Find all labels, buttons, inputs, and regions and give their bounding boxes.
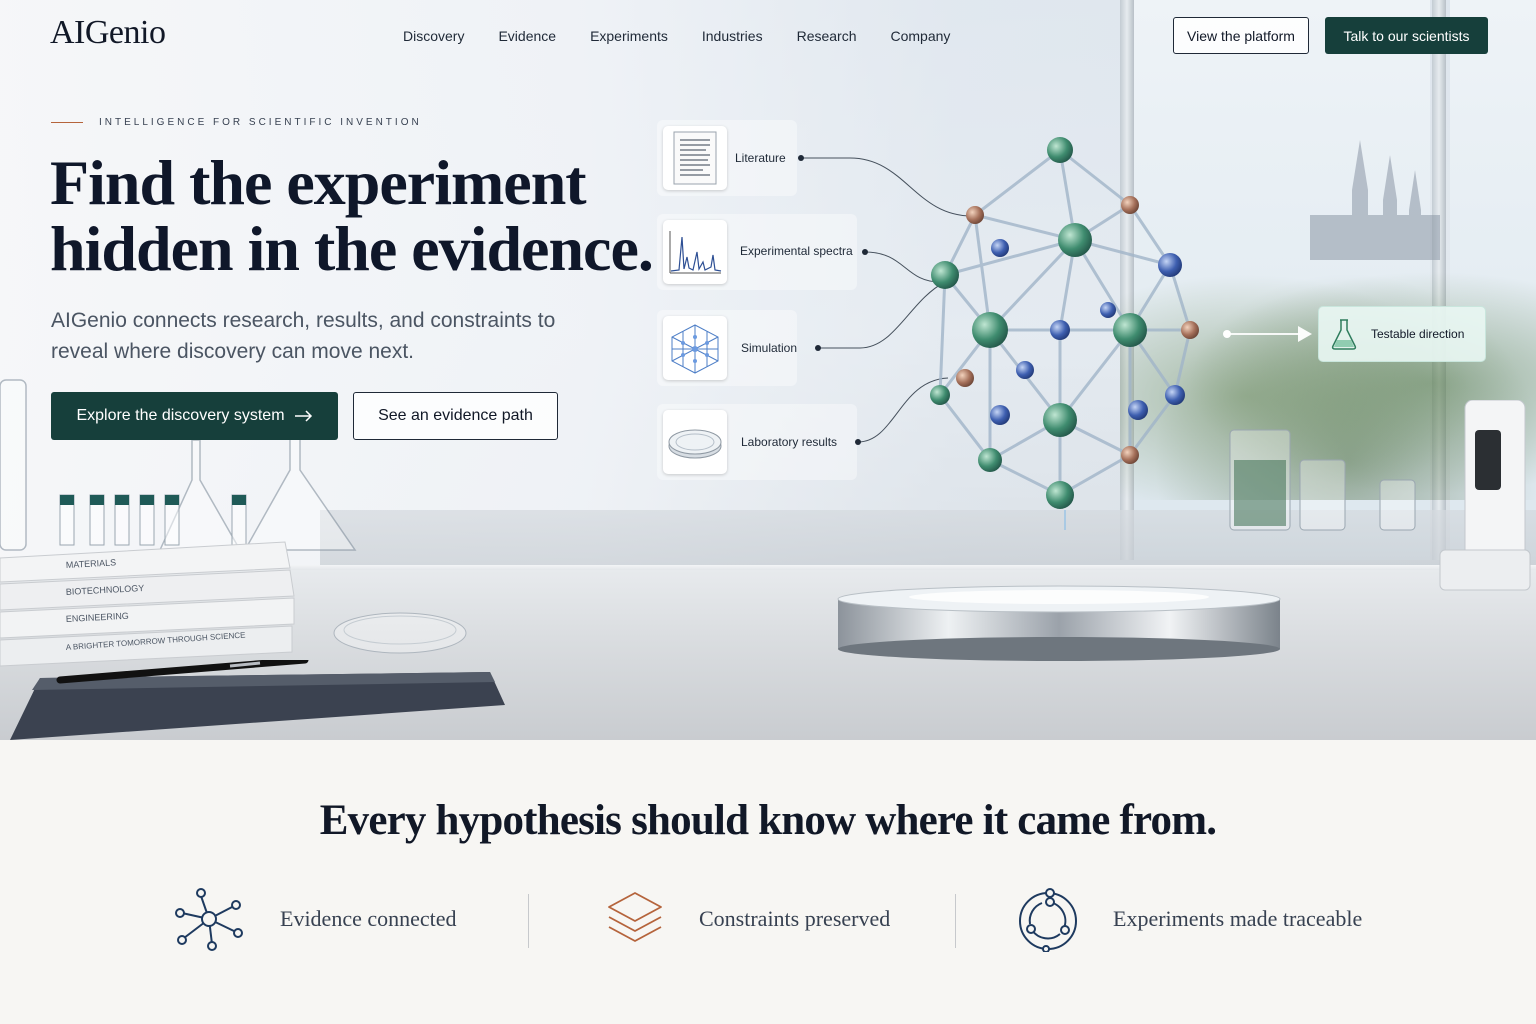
explore-discovery-label: Explore the discovery system	[76, 407, 285, 424]
eyebrow-rule	[51, 122, 83, 123]
testable-direction-card[interactable]: Testable direction	[1318, 306, 1486, 362]
feature-label: Experiments made traceable	[1113, 906, 1363, 931]
feature-evidence-connected: Evidence connected	[174, 886, 457, 952]
feature-experiments-traceable: Experiments made traceable	[1016, 886, 1362, 952]
display-platform	[837, 585, 1281, 661]
nav-link-experiments[interactable]: Experiments	[573, 26, 685, 46]
nav-link-discovery[interactable]: Discovery	[386, 26, 481, 46]
headline-line: hidden in the evidence.	[50, 213, 654, 284]
source-label: Experimental spectra	[740, 244, 853, 258]
section-title: Every hypothesis should know where it ca…	[319, 797, 1217, 844]
provenance-section	[0, 740, 1536, 1024]
connector-dot	[815, 345, 821, 351]
eyebrow-text: INTELLIGENCE FOR SCIENTIFIC INVENTION	[99, 117, 422, 128]
feature-label: Evidence connected	[280, 906, 457, 931]
arrow-right-icon	[294, 410, 312, 422]
nav-link-research[interactable]: Research	[780, 26, 874, 46]
explore-discovery-button[interactable]: Explore the discovery system	[51, 392, 338, 440]
feature-divider	[955, 894, 956, 948]
brand-logo[interactable]: AIGenio	[50, 14, 166, 52]
headline-line: Find the experiment	[50, 147, 587, 218]
feature-constraints-preserved: Constraints preserved	[604, 886, 890, 952]
talk-to-scientists-button[interactable]: Talk to our scientists	[1325, 17, 1488, 54]
connector-dot	[855, 439, 861, 445]
source-label: Literature	[735, 151, 786, 165]
source-label: Laboratory results	[741, 435, 838, 449]
hero-headline: Find the experiment hidden in the eviden…	[50, 150, 670, 282]
evidence-path-button[interactable]: See an evidence path	[353, 392, 558, 440]
source-label: Simulation	[741, 341, 798, 355]
hero-subhead: AIGenio connects research, results, and …	[51, 309, 556, 363]
eyebrow: INTELLIGENCE FOR SCIENTIFIC INVENTION	[51, 117, 422, 128]
petri-dish-icon	[663, 410, 727, 474]
flask-icon	[1331, 319, 1357, 350]
testable-direction-label: Testable direction	[1371, 327, 1465, 341]
molecular-lattice	[930, 137, 1199, 530]
cycle-icon	[1019, 888, 1077, 952]
feature-divider	[528, 894, 529, 948]
connector-dot	[862, 249, 868, 255]
document-icon	[663, 126, 727, 190]
lattice-cube-icon	[663, 316, 727, 380]
nav-link-industries[interactable]: Industries	[685, 26, 780, 46]
connector-dot	[798, 155, 804, 161]
layers-icon	[608, 892, 662, 942]
primary-nav: Discovery Evidence Experiments Industrie…	[386, 26, 967, 46]
top-navigation: AIGenio Discovery Evidence Experiments I…	[0, 0, 1536, 72]
view-platform-button[interactable]: View the platform	[1173, 17, 1309, 54]
nav-link-company[interactable]: Company	[874, 26, 968, 46]
feature-label: Constraints preserved	[699, 906, 891, 931]
network-icon	[175, 888, 243, 951]
spectrum-chart-icon	[663, 220, 727, 284]
nav-link-evidence[interactable]: Evidence	[481, 26, 573, 46]
